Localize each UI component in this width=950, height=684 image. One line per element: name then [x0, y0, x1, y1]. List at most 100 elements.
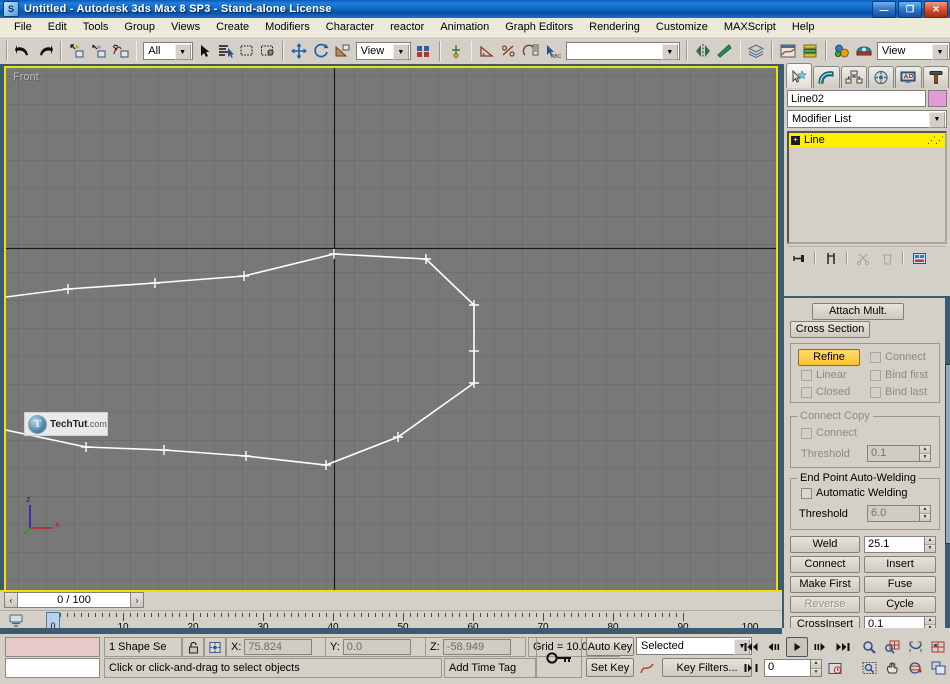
- chevron-down-icon[interactable]: ▼: [932, 44, 948, 60]
- menu-maxscript[interactable]: MAXScript: [716, 19, 784, 35]
- chevron-down-icon[interactable]: ▼: [929, 112, 945, 128]
- weld-spinner[interactable]: 25.1 ▲▼: [864, 536, 936, 553]
- select-and-uniform-scale-button[interactable]: [333, 39, 353, 63]
- connect-copy-threshold-value[interactable]: 0.1: [867, 445, 919, 462]
- crossinsert-value[interactable]: 0.1: [864, 616, 924, 628]
- bind-last-checkbox[interactable]: Bind last: [870, 386, 927, 398]
- spinner-up[interactable]: ▲: [925, 617, 935, 625]
- object-name-input[interactable]: Line02: [787, 90, 926, 107]
- scrollbar-thumb[interactable]: [945, 364, 950, 544]
- menu-help[interactable]: Help: [784, 19, 823, 35]
- menu-views[interactable]: Views: [163, 19, 208, 35]
- refine-button[interactable]: Refine: [798, 349, 860, 366]
- previous-frame-arrow[interactable]: ‹: [4, 592, 18, 608]
- align-button[interactable]: [715, 39, 735, 63]
- reverse-button[interactable]: Reverse: [790, 596, 860, 613]
- select-and-move-button[interactable]: [289, 39, 309, 63]
- next-frame-button[interactable]: [809, 637, 831, 657]
- rectangular-selection-region-button[interactable]: [238, 39, 256, 63]
- spinner-down[interactable]: ▼: [920, 514, 930, 521]
- spinner-buttons[interactable]: ▲▼: [924, 616, 936, 628]
- select-and-rotate-button[interactable]: [311, 39, 331, 63]
- next-frame-arrow[interactable]: ›: [130, 592, 144, 608]
- maxscript-listener-mini[interactable]: [5, 637, 100, 657]
- spinner-buttons[interactable]: ▲▼: [919, 505, 931, 522]
- bind-first-checkbox[interactable]: Bind first: [870, 369, 928, 381]
- auto-key-button[interactable]: Auto Key: [586, 637, 634, 656]
- spinner-buttons[interactable]: ▲▼: [924, 536, 936, 553]
- spinner-down[interactable]: ▼: [925, 625, 935, 628]
- insert-button[interactable]: Insert: [864, 556, 936, 573]
- maximize-button[interactable]: ❐: [898, 1, 922, 18]
- add-time-tag-button[interactable]: Add Time Tag: [444, 658, 536, 678]
- menu-animation[interactable]: Animation: [432, 19, 497, 35]
- close-button[interactable]: ✕: [924, 1, 948, 18]
- crossinsert-button[interactable]: CrossInsert: [790, 616, 860, 628]
- named-selection-sets-combo[interactable]: ▼: [566, 42, 680, 60]
- layer-manager-button[interactable]: [746, 39, 766, 63]
- redo-button[interactable]: [35, 39, 55, 63]
- spinner-down[interactable]: ▼: [920, 454, 930, 461]
- command-panel-scrollbar[interactable]: [945, 298, 950, 628]
- snaps-toggle-button[interactable]: [446, 39, 466, 63]
- attach-mult-button[interactable]: Attach Mult.: [812, 303, 904, 320]
- spinner-up[interactable]: ▲: [811, 660, 821, 669]
- menu-file[interactable]: File: [6, 19, 40, 35]
- connect-copy-threshold-spinner[interactable]: 0.1 ▲▼: [867, 445, 931, 462]
- select-and-link-button[interactable]: [67, 39, 87, 63]
- menu-create[interactable]: Create: [208, 19, 257, 35]
- window-crossing-toggle-button[interactable]: [258, 39, 276, 63]
- y-coordinate-input[interactable]: 0.0: [343, 639, 411, 655]
- connect-checkbox[interactable]: Connect: [870, 351, 926, 363]
- render-scene-dialog-button[interactable]: [854, 39, 874, 63]
- region-zoom-button[interactable]: [858, 658, 880, 678]
- undo-button[interactable]: [13, 39, 33, 63]
- menu-character[interactable]: Character: [318, 19, 382, 35]
- current-frame-icon[interactable]: [740, 658, 762, 678]
- endpoint-threshold-spinner[interactable]: 6.0 ▲▼: [867, 505, 931, 522]
- set-key-button[interactable]: Set Key: [586, 658, 634, 677]
- select-object-button[interactable]: [196, 39, 214, 63]
- chevron-down-icon[interactable]: ▼: [393, 44, 409, 60]
- arc-rotate-button[interactable]: [904, 658, 926, 678]
- fuse-button[interactable]: Fuse: [864, 576, 936, 593]
- cross-section-button[interactable]: Cross Section: [790, 321, 870, 338]
- mirror-button[interactable]: [693, 39, 713, 63]
- previous-frame-button[interactable]: [763, 637, 785, 657]
- modify-tab[interactable]: [813, 66, 839, 88]
- cycle-button[interactable]: Cycle: [864, 596, 936, 613]
- x-coordinate-input[interactable]: 75.824: [244, 639, 312, 655]
- go-to-end-button[interactable]: [832, 637, 854, 657]
- chevron-down-icon[interactable]: ▼: [662, 44, 678, 60]
- menu-graph-editors[interactable]: Graph Editors: [497, 19, 581, 35]
- zoom-extents-button[interactable]: [904, 637, 926, 657]
- bind-to-space-warp-button[interactable]: [111, 39, 131, 63]
- go-to-start-button[interactable]: [740, 637, 762, 657]
- menu-edit[interactable]: Edit: [40, 19, 75, 35]
- menu-customize[interactable]: Customize: [648, 19, 716, 35]
- expand-icon[interactable]: +: [791, 136, 800, 145]
- motion-tab[interactable]: [868, 66, 894, 88]
- frame-display[interactable]: 0 / 100: [18, 592, 130, 608]
- chevron-down-icon[interactable]: ▼: [175, 44, 191, 60]
- stack-item-line[interactable]: + Line ⋰⋰: [789, 133, 945, 147]
- display-tab[interactable]: [895, 66, 921, 88]
- connect-button[interactable]: Connect: [790, 556, 860, 573]
- lock-selection-button[interactable]: [182, 637, 204, 657]
- show-end-result-button[interactable]: [820, 248, 842, 268]
- select-by-name-button[interactable]: [216, 39, 236, 63]
- remove-modifier-button[interactable]: [876, 248, 898, 268]
- front-viewport[interactable]: z x Front T TechTut.com: [4, 66, 778, 594]
- menu-modifiers[interactable]: Modifiers: [257, 19, 318, 35]
- curve-editor-button[interactable]: [778, 39, 798, 63]
- configure-modifier-sets-button[interactable]: [908, 248, 930, 268]
- make-unique-button[interactable]: [852, 248, 874, 268]
- key-mode-toggle-button[interactable]: [536, 637, 582, 678]
- current-frame-spinner[interactable]: 0 ▲▼: [764, 659, 822, 677]
- spinner-buttons[interactable]: ▲▼: [810, 659, 822, 677]
- modifier-list-dropdown[interactable]: Modifier List ▼: [787, 110, 947, 128]
- maxscript-entry-mini[interactable]: [5, 658, 100, 678]
- key-filter-scope-combo[interactable]: Selected ▼: [636, 637, 752, 655]
- weld-value[interactable]: 25.1: [864, 536, 924, 553]
- spinner-buttons[interactable]: ▲▼: [919, 445, 931, 462]
